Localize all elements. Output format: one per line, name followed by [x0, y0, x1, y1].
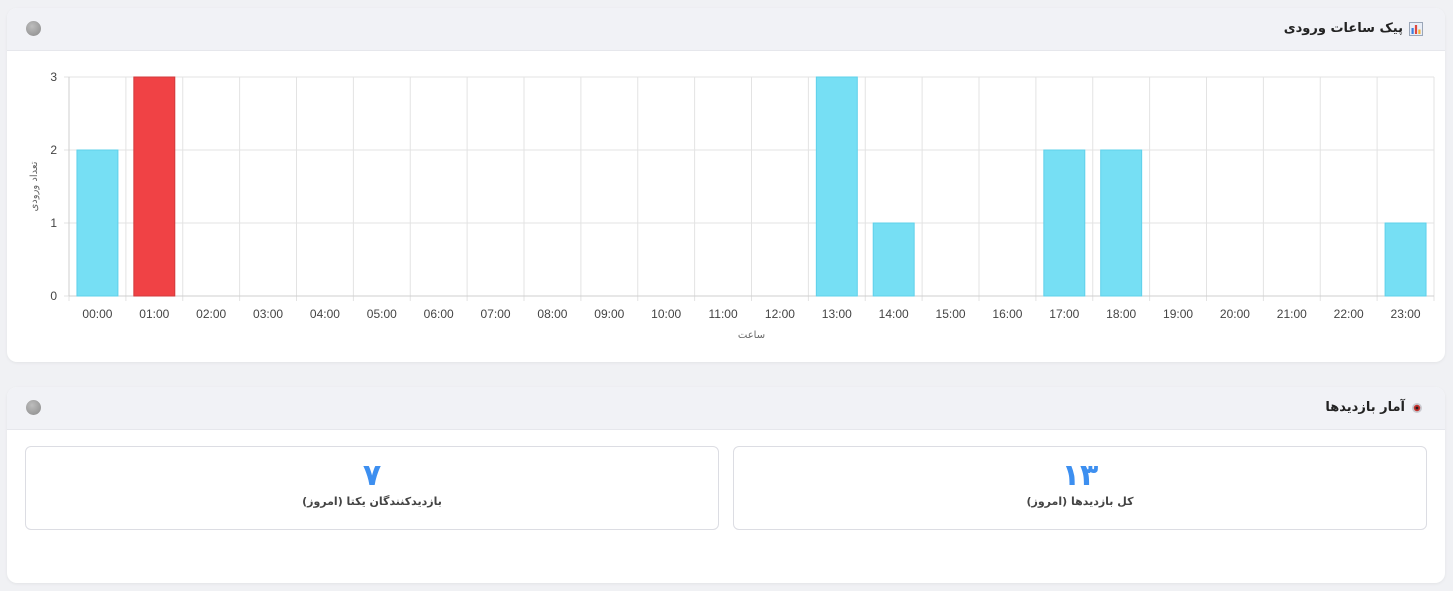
visit-stats-title-wrap: آمار بازدیدها — [1325, 387, 1423, 429]
x-tick-label: 00:00 — [82, 307, 112, 321]
bar-1800 — [1100, 149, 1143, 297]
visit-stats-card: آمار بازدیدها ۱۳ کل بازدیدها (امروز) ۷ ب… — [7, 387, 1445, 583]
x-tick-label: 11:00 — [708, 307, 737, 321]
unique-visitors-box: ۷ بازدیدکنندگان یکتا (امروز) — [25, 446, 719, 530]
x-tick-label: 12:00 — [765, 307, 795, 321]
visit-stats-title: آمار بازدیدها — [1325, 400, 1405, 415]
y-tick-label: 1 — [50, 216, 57, 230]
peak-hours-header: پیک ساعات ورودی — [7, 8, 1445, 51]
total-visits-value: ۱۳ — [1061, 458, 1099, 493]
x-tick-label: 23:00 — [1391, 307, 1421, 321]
collapse-toggle-icon[interactable] — [26, 21, 41, 36]
x-tick-label: 18:00 — [1106, 307, 1136, 321]
total-visits-box: ۱۳ کل بازدیدها (امروز) — [733, 446, 1427, 530]
x-tick-label: 21:00 — [1277, 307, 1307, 321]
visit-stats-header: آمار بازدیدها — [7, 387, 1445, 430]
eye-icon — [1412, 403, 1422, 413]
bar-1400 — [872, 222, 915, 297]
bar-1700 — [1043, 149, 1086, 297]
peak-hours-card: پیک ساعات ورودی 0 1 2 3 00:00 01:00 02:00 03:00… — [7, 8, 1445, 362]
x-tick-label: 08:00 — [537, 307, 567, 321]
bar-1300 — [815, 76, 858, 297]
x-tick-label: 20:00 — [1220, 307, 1250, 321]
x-tick-label: 16:00 — [992, 307, 1022, 321]
y-tick-label: 0 — [50, 289, 57, 303]
x-tick-label: 15:00 — [936, 307, 966, 321]
unique-visitors-label: بازدیدکنندگان یکتا (امروز) — [302, 495, 442, 508]
x-tick-label: 07:00 — [481, 307, 511, 321]
bar-0000 — [76, 149, 119, 297]
bar-2300 — [1384, 222, 1427, 297]
x-axis-title: ساعت — [738, 330, 765, 341]
x-tick-label: 02:00 — [196, 307, 226, 321]
unique-visitors-value: ۷ — [362, 458, 382, 493]
y-tick-label: 3 — [50, 70, 57, 84]
x-tick-label: 14:00 — [879, 307, 909, 321]
peak-hours-title: پیک ساعات ورودی — [1283, 21, 1403, 36]
total-visits-label: کل بازدیدها (امروز) — [1026, 495, 1134, 508]
x-tick-label: 06:00 — [424, 307, 454, 321]
x-tick-label: 03:00 — [253, 307, 283, 321]
bar-0100 — [133, 76, 176, 297]
x-tick-label: 19:00 — [1163, 307, 1193, 321]
x-tick-label: 10:00 — [651, 307, 681, 321]
x-tick-label: 22:00 — [1334, 307, 1364, 321]
peak-hours-title-wrap: پیک ساعات ورودی — [1284, 8, 1423, 50]
bar-chart-icon — [1409, 22, 1423, 36]
x-tick-label: 17:00 — [1049, 307, 1079, 321]
collapse-toggle-icon[interactable] — [26, 400, 41, 415]
x-tick-label: 01:00 — [139, 307, 169, 321]
x-tick-label: 09:00 — [594, 307, 624, 321]
y-tick-label: 2 — [50, 143, 57, 157]
y-axis-title: تعداد ورودی — [29, 161, 40, 211]
peak-hours-chart: 0 1 2 3 00:00 01:00 02:00 03:00 04:00 05:00 06:00 0… — [29, 70, 1435, 341]
x-tick-label: 05:00 — [367, 307, 397, 321]
x-tick-label: 04:00 — [310, 307, 340, 321]
x-tick-label: 13:00 — [822, 307, 852, 321]
